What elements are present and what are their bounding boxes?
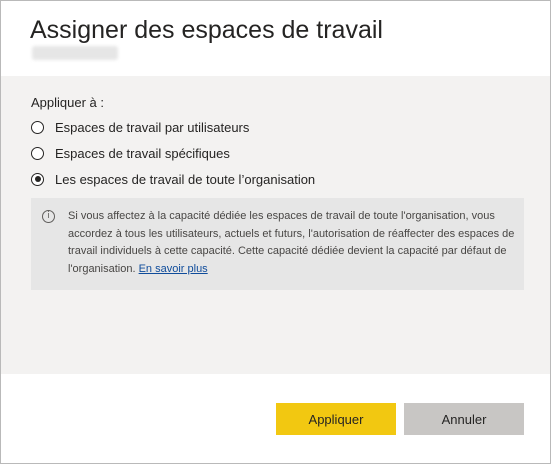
info-message-text: Si vous affectez à la capacité dédiée le… bbox=[68, 208, 518, 278]
dialog-body: Appliquer à : Espaces de travail par uti… bbox=[1, 76, 550, 374]
info-message-box: i Si vous affectez à la capacité dédiée … bbox=[31, 198, 524, 290]
radio-button-selected[interactable] bbox=[31, 172, 44, 186]
radio-button[interactable] bbox=[31, 120, 44, 134]
radio-option-by-users[interactable]: Espaces de travail par utilisateurs bbox=[31, 118, 249, 136]
radio-option-label: Espaces de travail par utilisateurs bbox=[55, 119, 250, 135]
radio-button[interactable] bbox=[31, 146, 44, 160]
radio-option-specific[interactable]: Espaces de travail spécifiques bbox=[31, 144, 230, 162]
radio-option-label: Les espaces de travail de toute l’organi… bbox=[55, 171, 316, 187]
dialog-header: Assigner des espaces de travail bbox=[1, 1, 550, 76]
redacted-capacity-name bbox=[32, 46, 118, 60]
dialog-title: Assigner des espaces de travail bbox=[30, 16, 383, 44]
radio-option-entire-organization[interactable]: Les espaces de travail de toute l’organi… bbox=[31, 170, 315, 188]
apply-to-label: Appliquer à : bbox=[31, 95, 104, 110]
info-message-body: Si vous affectez à la capacité dédiée le… bbox=[68, 210, 515, 275]
radio-option-label: Espaces de travail spécifiques bbox=[55, 145, 230, 161]
learn-more-link[interactable]: En savoir plus bbox=[139, 263, 208, 275]
assign-workspaces-dialog: Assigner des espaces de travail Applique… bbox=[0, 0, 551, 464]
info-icon: i bbox=[42, 210, 55, 223]
apply-button[interactable]: Appliquer bbox=[276, 403, 396, 435]
dialog-footer: Appliquer Annuler bbox=[1, 374, 550, 463]
cancel-button[interactable]: Annuler bbox=[404, 403, 524, 435]
